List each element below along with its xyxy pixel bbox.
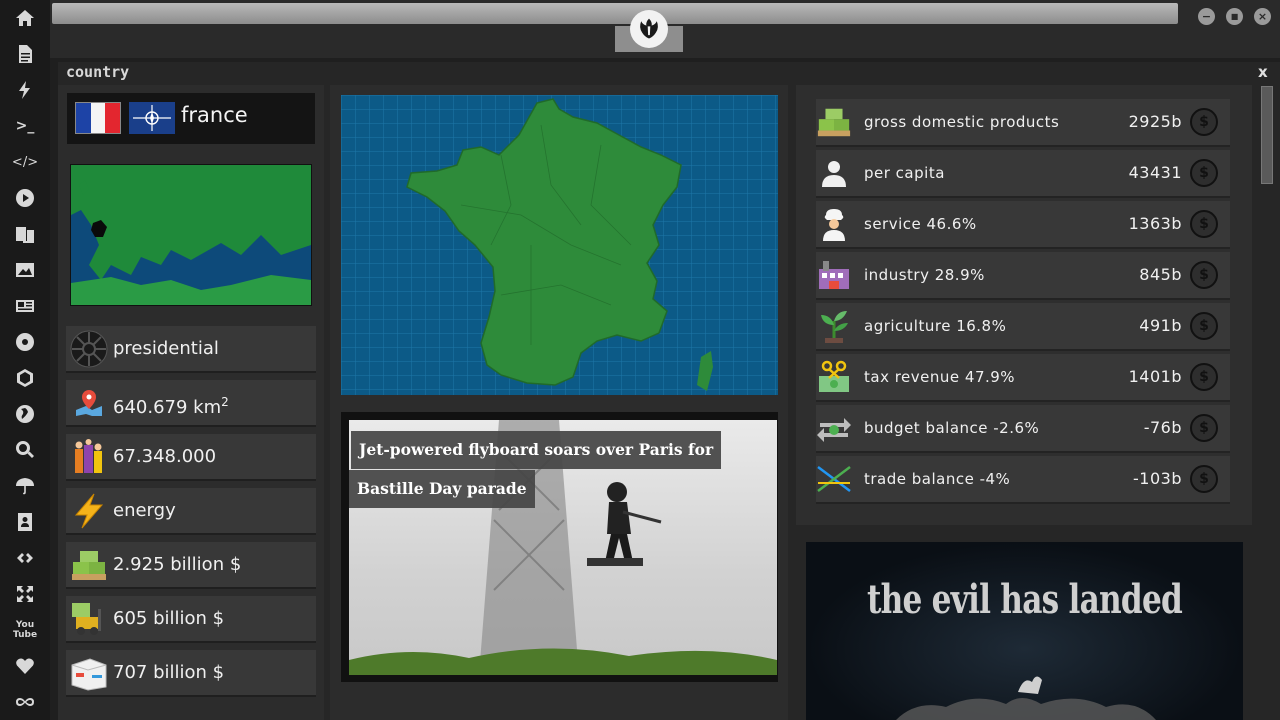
- country-name: france: [181, 103, 248, 127]
- play-icon[interactable]: [13, 186, 37, 210]
- contact-icon[interactable]: [13, 510, 37, 534]
- umbrella-icon[interactable]: [13, 474, 37, 498]
- close-window-button[interactable]: ×: [1254, 8, 1271, 25]
- sidebar: >_ </> You Tube: [0, 0, 50, 720]
- exchange-icon: [816, 409, 852, 447]
- area-value: 640.679 km: [113, 397, 222, 418]
- econ-value: 1363b: [1128, 214, 1182, 233]
- econ-label: gross domestic products: [864, 113, 1060, 131]
- econ-value: 2925b: [1128, 112, 1182, 131]
- dollar-coin-icon[interactable]: $: [1190, 414, 1218, 442]
- person-icon: [816, 154, 852, 192]
- dollar-coin-icon[interactable]: $: [1190, 312, 1218, 340]
- dollar-coin-icon[interactable]: $: [1190, 108, 1218, 136]
- money-stack-icon: [816, 103, 852, 141]
- population-icon: [70, 438, 108, 476]
- chef-icon: [816, 205, 852, 243]
- gdp-value: 2.925 billion $: [113, 554, 242, 575]
- stat-government: presidential: [66, 326, 316, 373]
- infinity-icon[interactable]: [13, 690, 37, 714]
- stat-exports: 605 billion $: [66, 596, 316, 643]
- econ-label: trade balance -4%: [864, 470, 1011, 488]
- econ-value: 1401b: [1128, 367, 1182, 386]
- france-map[interactable]: [341, 95, 778, 395]
- population-value: 67.348.000: [113, 446, 217, 467]
- stat-imports: 707 billion $: [66, 650, 316, 697]
- dollar-coin-icon[interactable]: $: [1190, 363, 1218, 391]
- econ-label: agriculture 16.8%: [864, 317, 1007, 335]
- shipping-box-icon: [70, 654, 108, 692]
- map-pin-icon: [70, 384, 108, 422]
- trade-icon: [816, 460, 852, 498]
- energy-label: energy: [113, 500, 176, 521]
- econ-label: industry 28.9%: [864, 266, 985, 284]
- dollar-coin-icon[interactable]: $: [1190, 261, 1218, 289]
- heart-icon[interactable]: [13, 654, 37, 678]
- panel-close-button[interactable]: x: [1258, 63, 1268, 81]
- econ-row-budget-balance[interactable]: budget balance -2.6% -76b $: [816, 405, 1230, 453]
- energy-icon: [70, 492, 108, 530]
- news-headline-line1[interactable]: Jet-powered flyboard soars over Paris fo…: [351, 431, 722, 469]
- econ-value: -76b: [1143, 418, 1182, 437]
- stat-area: 640.679 km2: [66, 380, 316, 427]
- panel-title: country: [66, 63, 130, 81]
- stat-energy: energy: [66, 488, 316, 535]
- translate-icon[interactable]: [13, 222, 37, 246]
- youtube-icon[interactable]: You Tube: [13, 618, 37, 642]
- exports-value: 605 billion $: [113, 608, 225, 629]
- home-icon[interactable]: [13, 6, 37, 30]
- econ-label: per capita: [864, 164, 945, 182]
- code-icon[interactable]: </>: [12, 150, 38, 174]
- minimize-button[interactable]: −: [1198, 8, 1215, 25]
- econ-row-trade-balance[interactable]: trade balance -4% -103b $: [816, 456, 1230, 504]
- terminal-icon[interactable]: >_: [13, 114, 37, 138]
- tax-icon: [816, 358, 852, 396]
- econ-row-gdp[interactable]: gross domestic products 2925b $: [816, 99, 1230, 147]
- dollar-coin-icon[interactable]: $: [1190, 465, 1218, 493]
- france-flag-icon: [75, 102, 121, 134]
- econ-label: tax revenue 47.9%: [864, 368, 1016, 386]
- econ-value: 43431: [1128, 163, 1182, 182]
- stat-gdp: 2.925 billion $: [66, 542, 316, 589]
- econ-value: 491b: [1139, 316, 1182, 335]
- econ-value: 845b: [1139, 265, 1182, 284]
- expand-icon[interactable]: [13, 582, 37, 606]
- news-headline-line2[interactable]: Bastille Day parade: [349, 470, 535, 508]
- econ-value: -103b: [1133, 469, 1182, 488]
- document-icon[interactable]: [13, 42, 37, 66]
- econ-label: budget balance -2.6%: [864, 419, 1040, 437]
- panel-scrollbar[interactable]: [1261, 86, 1273, 184]
- dollar-coin-icon[interactable]: $: [1190, 210, 1218, 238]
- money-stack-icon: [70, 546, 108, 584]
- empire-icon: [70, 330, 108, 368]
- rebel-alliance-icon[interactable]: [630, 10, 668, 48]
- image-icon[interactable]: [13, 258, 37, 282]
- econ-row-agriculture[interactable]: agriculture 16.8% 491b $: [816, 303, 1230, 351]
- econ-row-per-capita[interactable]: per capita 43431 $: [816, 150, 1230, 198]
- hexagon-icon[interactable]: [13, 366, 37, 390]
- area-unit-exponent: 2: [221, 395, 229, 409]
- promo-banner[interactable]: the evil has landed: [806, 542, 1243, 720]
- econ-label: service 46.6%: [864, 215, 977, 233]
- econ-row-tax-revenue[interactable]: tax revenue 47.9% 1401b $: [816, 354, 1230, 402]
- imports-value: 707 billion $: [113, 662, 225, 683]
- globe-icon[interactable]: [13, 402, 37, 426]
- econ-row-industry[interactable]: industry 28.9% 845b $: [816, 252, 1230, 300]
- sprout-icon: [816, 307, 852, 345]
- dollar-coin-icon[interactable]: $: [1190, 159, 1218, 187]
- newspaper-icon[interactable]: [13, 294, 37, 318]
- search-icon[interactable]: [13, 438, 37, 462]
- link-icon[interactable]: [13, 546, 37, 570]
- factory-icon: [816, 256, 852, 294]
- maximize-button[interactable]: ■: [1226, 8, 1243, 25]
- lightning-icon[interactable]: [13, 78, 37, 102]
- government-type: presidential: [113, 338, 219, 359]
- nato-flag-icon: [129, 102, 175, 134]
- europe-minimap[interactable]: [70, 164, 312, 306]
- address-bar[interactable]: [52, 3, 1178, 24]
- emblem-icon[interactable]: [13, 330, 37, 354]
- forklift-icon: [70, 600, 108, 638]
- econ-row-service[interactable]: service 46.6% 1363b $: [816, 201, 1230, 249]
- stat-population: 67.348.000: [66, 434, 316, 481]
